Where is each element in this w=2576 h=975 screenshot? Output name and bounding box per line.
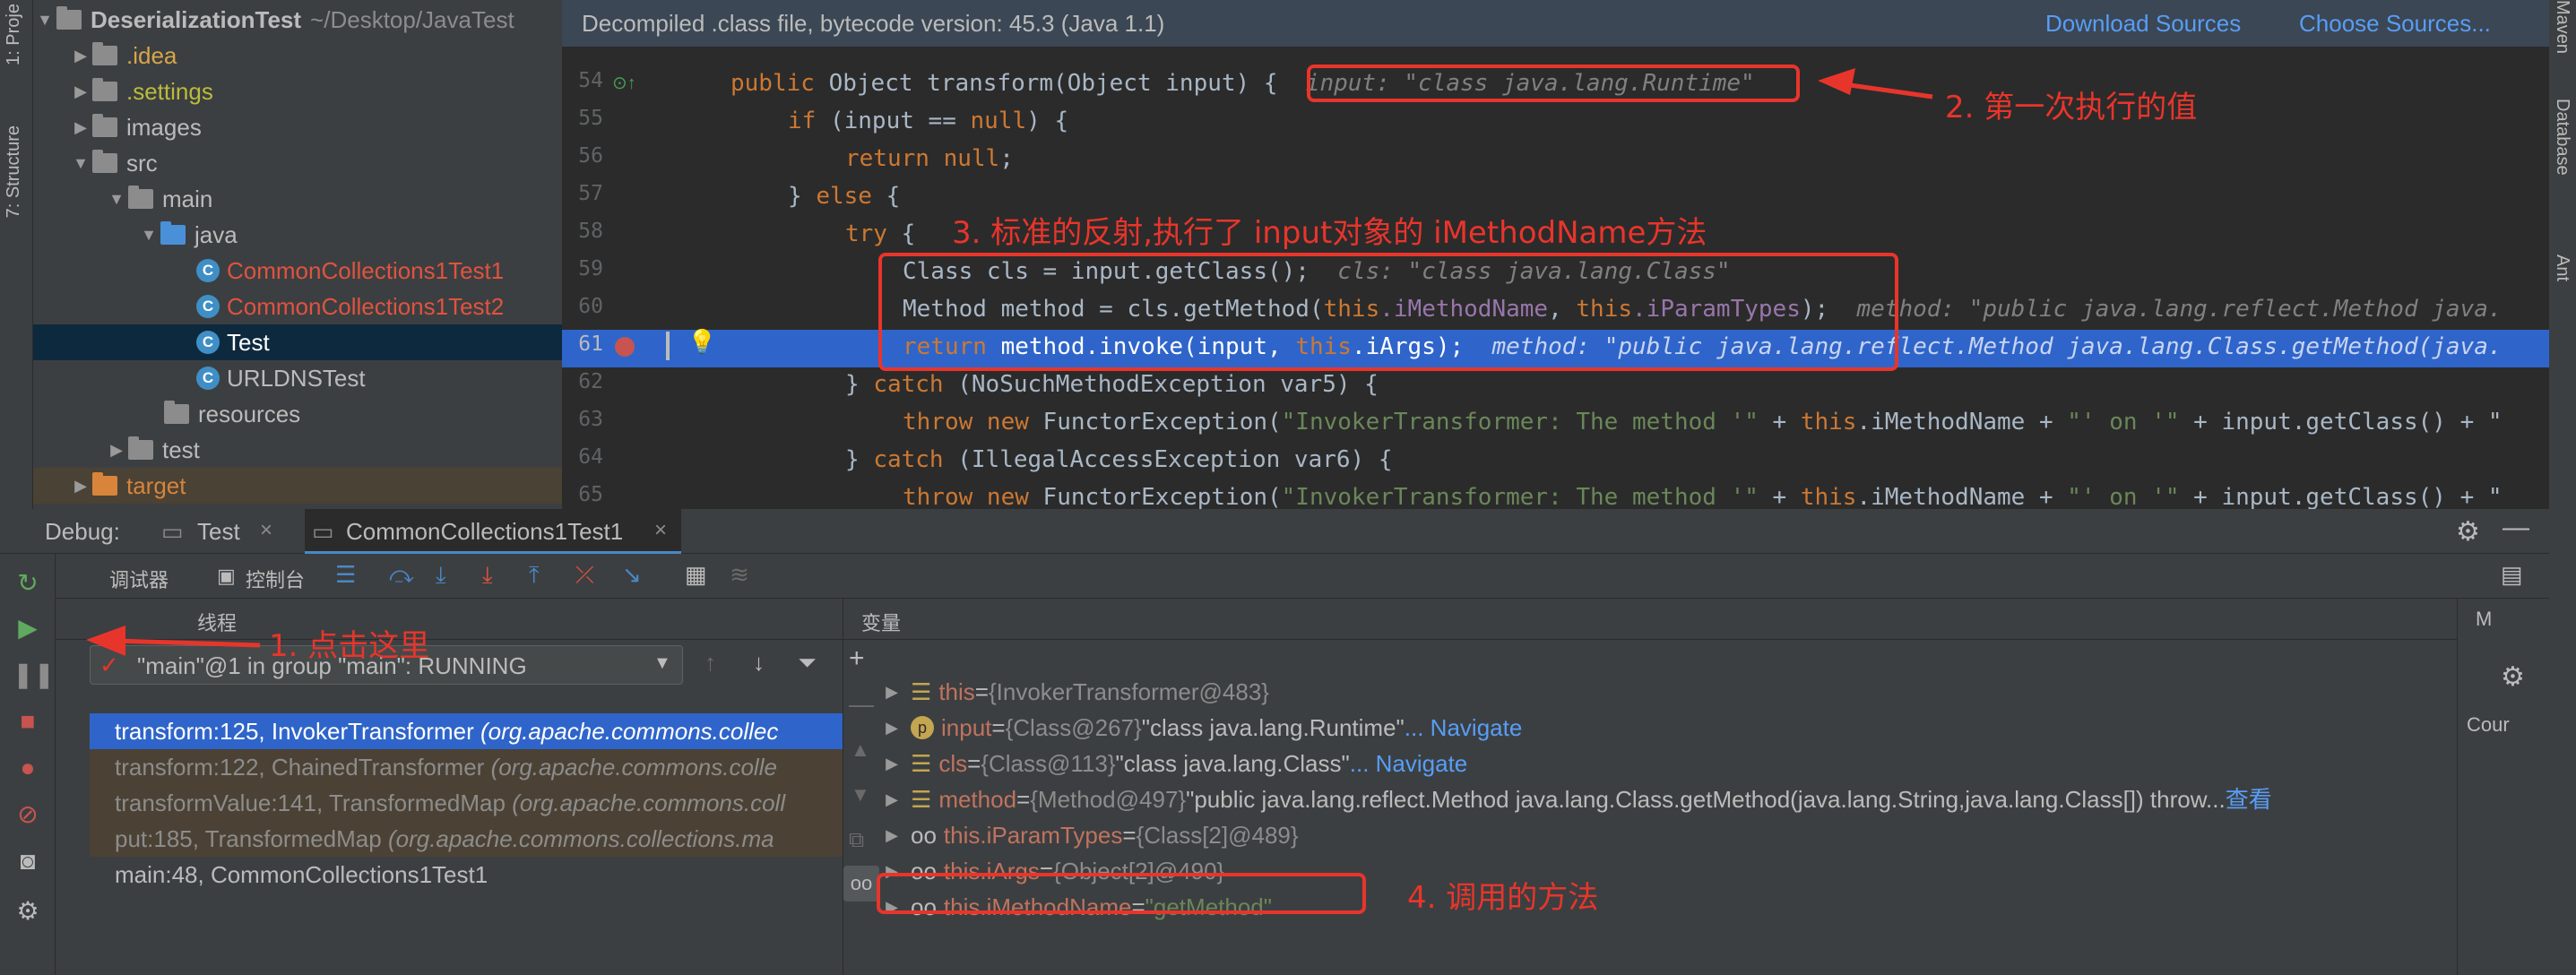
annotation-3: 3. 标准的反射,执行了 input对象的 iMethodName方法 bbox=[952, 215, 1707, 251]
arrow-head-1 bbox=[86, 626, 125, 656]
annotation-4: 4. 调用的方法 bbox=[1407, 880, 1599, 916]
annotation-2: 2. 第一次执行的值 bbox=[1945, 90, 2198, 125]
annotation-1: 1. 点击这里 bbox=[269, 628, 430, 664]
annotation-arrows bbox=[86, 68, 1933, 656]
arrow-head-2 bbox=[1818, 68, 1855, 95]
arrow-line-1 bbox=[114, 638, 261, 648]
